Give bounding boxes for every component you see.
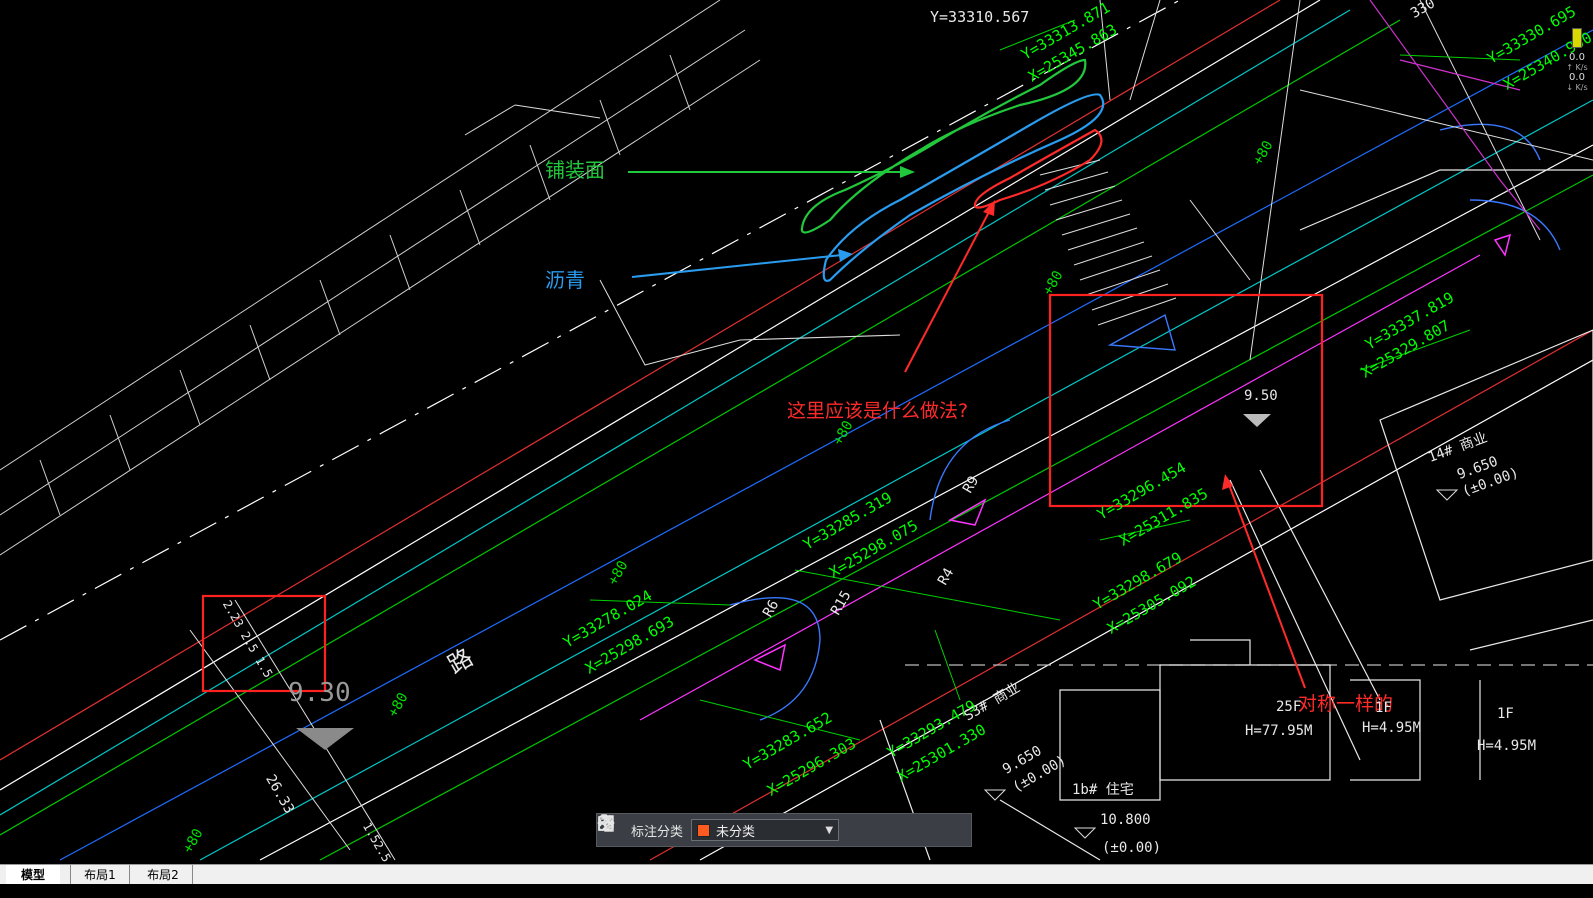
crosswalk	[1039, 159, 1177, 326]
upload-unit: ↑ K/s	[1566, 63, 1588, 72]
upload-rate: 0.0	[1569, 52, 1585, 63]
tab-model[interactable]: 模型	[6, 865, 60, 884]
move-icon[interactable]	[597, 814, 895, 840]
tab-layout1[interactable]: 布局1	[70, 865, 130, 884]
building-outlines	[879, 169, 1593, 861]
annotation-toolbar: 标注分类 未分类 ▼	[596, 813, 972, 847]
elevation-label: 10.800	[1100, 812, 1151, 828]
annotation-asphalt: 沥青	[545, 268, 585, 292]
copy-icon[interactable]	[598, 815, 923, 840]
download-unit: ↓ K/s	[1566, 83, 1588, 92]
building-floors-label: 1F	[1497, 706, 1514, 722]
building-height-label: H=4.95M	[1362, 720, 1422, 736]
annotation-paving: 铺装面	[545, 158, 605, 182]
elevation-label: 9.30	[288, 678, 351, 708]
top-y-label: Y=33310.567	[930, 8, 1030, 26]
status-strip	[0, 884, 1593, 898]
building-floors-label: 1F	[1375, 700, 1392, 716]
building-height-label: H=77.95M	[1245, 723, 1313, 739]
category-color-swatch	[697, 823, 711, 837]
chevron-down-icon: ▼	[825, 824, 834, 836]
category-select-value: 未分类	[716, 824, 756, 840]
network-level-bar	[1572, 28, 1582, 48]
paste-icon[interactable]	[598, 814, 951, 840]
paving-outline	[800, 58, 1087, 234]
annotation-category-select[interactable]: 未分类 ▼	[691, 819, 840, 841]
grid-band	[0, 0, 761, 556]
download-rate: 0.0	[1569, 72, 1585, 83]
cad-linework	[0, 0, 1593, 861]
building-1b-label: 1b# 住宅	[1072, 782, 1134, 798]
annotation-category-label: 标注分类	[631, 824, 684, 840]
annotation-question: 这里应该是什么做法?	[787, 400, 969, 422]
edit-icon[interactable]	[598, 815, 867, 840]
elevation-label: 9.50	[1244, 388, 1278, 404]
building-floors-label: 25F	[1276, 699, 1302, 715]
building-height-label: H=4.95M	[1477, 738, 1537, 754]
tab-layout2[interactable]: 布局2	[134, 865, 193, 884]
cad-drawing-canvas[interactable]: 铺装面 沥青 这里应该是什么做法? 对称一样的 Y=33310.567 9.50…	[0, 0, 1593, 878]
layout-tab-bar: 模型 布局1 布局2	[0, 864, 1593, 885]
elevation-label: (±0.00)	[1102, 840, 1162, 856]
network-speed-widget: 0.0 ↑ K/s 0.0 ↓ K/s	[1563, 28, 1591, 92]
